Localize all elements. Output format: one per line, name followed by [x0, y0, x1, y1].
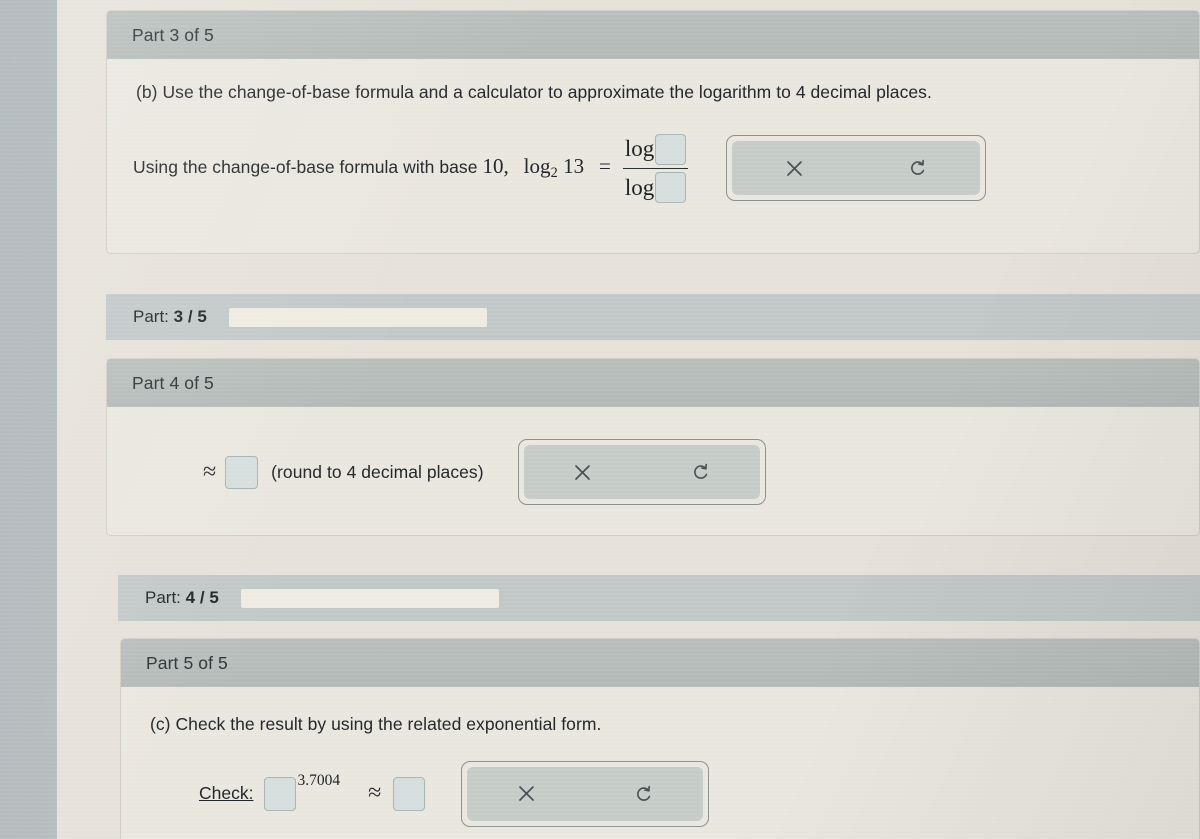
check-exponent: 3.7004 — [297, 771, 341, 789]
part-4-tool-panel — [517, 439, 766, 505]
part-3-progress-track — [228, 307, 487, 327]
part-5-body: (c) Check the result by using the relate… — [121, 687, 1199, 839]
part-4-body: ≈ (round to 4 decimal places) — [107, 407, 1199, 525]
part-4-progress-total: 5 — [209, 588, 219, 607]
part-4-header: Part 4 of 5 — [107, 359, 1199, 407]
part-3-progress-strip: Part: 3 / 5 — [106, 294, 1200, 340]
part-4-approx-sign: ≈ — [203, 458, 217, 485]
part-4-progress-track — [240, 588, 499, 608]
part-3-tool-inner — [732, 141, 981, 196]
part-4-progress-current: 4 — [185, 588, 196, 607]
part-3-progress-separator: / — [187, 307, 193, 326]
part-3-prompt: (b) Use the change-of-base formula and a… — [136, 82, 932, 102]
part-3-header: Part 3 of 5 — [107, 11, 1199, 59]
part-3-tool-panel — [726, 135, 987, 202]
close-x-icon — [575, 464, 590, 480]
part-4-undo-button[interactable] — [678, 445, 724, 499]
close-x-icon — [786, 161, 802, 176]
numerator-input[interactable] — [655, 133, 687, 165]
part-4-clear-button[interactable] — [560, 445, 606, 499]
part-3-progress-prefix: Part: — [133, 307, 169, 326]
part-4-progress-label: Part: 4 / 5 — [145, 588, 219, 608]
close-x-icon — [518, 786, 534, 801]
log-base-subscript: 2 — [550, 165, 558, 182]
part-5-prompt: (c) Check the result by using the relate… — [150, 714, 602, 734]
fraction-denominator: log — [623, 171, 688, 204]
log-word: log — [523, 154, 551, 179]
part-5-tool-panel — [461, 760, 710, 827]
undo-reset-icon — [911, 160, 925, 176]
part-4-answer-row: ≈ (round to 4 decimal places) — [133, 439, 1173, 505]
denominator-log-word: log — [624, 174, 655, 200]
check-result-input[interactable] — [393, 776, 426, 811]
denominator-input[interactable] — [655, 172, 687, 204]
part-5-header: Part 5 of 5 — [121, 639, 1199, 687]
change-of-base-equation-row: Using the change-of-base formula with ba… — [133, 133, 1173, 205]
part-5-header-label: Part 5 of 5 — [146, 652, 228, 673]
undo-reset-icon — [637, 785, 651, 801]
check-power-group: 3.7004 — [264, 772, 340, 811]
assignment-content-column: Part 3 of 5 (b) Use the change-of-base f… — [106, 0, 1200, 839]
change-of-base-fraction: log log — [622, 133, 689, 205]
part-3-progress-label: Part: 3 / 5 — [133, 307, 207, 327]
part-5-check-row: Check: 3.7004 ≈ — [147, 760, 1173, 827]
part-3-progress-total: 5 — [197, 307, 207, 326]
part-4-header-label: Part 4 of 5 — [132, 372, 214, 393]
part-3-body: (b) Use the change-of-base formula and a… — [107, 59, 1199, 225]
part-4-round-note: (round to 4 decimal places) — [271, 461, 484, 482]
part-3-card: Part 3 of 5 (b) Use the change-of-base f… — [106, 10, 1200, 254]
part-5-clear-button[interactable] — [503, 767, 549, 821]
part-4-card: Part 4 of 5 ≈ (round to 4 decimal places… — [106, 358, 1200, 536]
part-5-undo-button[interactable] — [621, 767, 667, 821]
left-window-gutter — [0, 0, 57, 839]
fraction-numerator: log — [623, 133, 688, 166]
part-4-progress-separator: / — [199, 588, 205, 607]
part-5-approx-sign: ≈ — [368, 780, 382, 807]
part-4-answer-input[interactable] — [225, 455, 259, 489]
undo-reset-icon — [693, 463, 707, 479]
part-4-progress-prefix: Part: — [145, 588, 181, 607]
part-3-progress-current: 3 — [173, 307, 184, 326]
part-4-progress-strip: Part: 4 / 5 — [118, 575, 1200, 621]
lead-sentence-text: Using the change-of-base formula with ba… — [133, 157, 478, 178]
base-value: 10, — [482, 154, 509, 179]
part-3-clear-button[interactable] — [771, 141, 817, 195]
check-base-input[interactable] — [264, 776, 297, 811]
part-3-undo-button[interactable] — [895, 141, 941, 195]
part-5-tool-inner — [467, 766, 704, 821]
check-label: Check: — [199, 783, 254, 804]
log-argument: 13 — [563, 154, 585, 179]
part-5-card: Part 5 of 5 (c) Check the result by usin… — [120, 638, 1200, 839]
part-4-tool-inner — [523, 445, 760, 499]
log-expression: log2 13 — [523, 154, 585, 182]
screenshot-photo-frame: Part 3 of 5 (b) Use the change-of-base f… — [0, 0, 1200, 839]
part-3-header-label: Part 3 of 5 — [132, 24, 214, 45]
change-of-base-lead-text: Using the change-of-base formula with ba… — [133, 154, 611, 182]
equals-sign: = — [598, 154, 611, 179]
fraction-bar — [622, 167, 689, 170]
numerator-log-word: log — [624, 136, 655, 162]
